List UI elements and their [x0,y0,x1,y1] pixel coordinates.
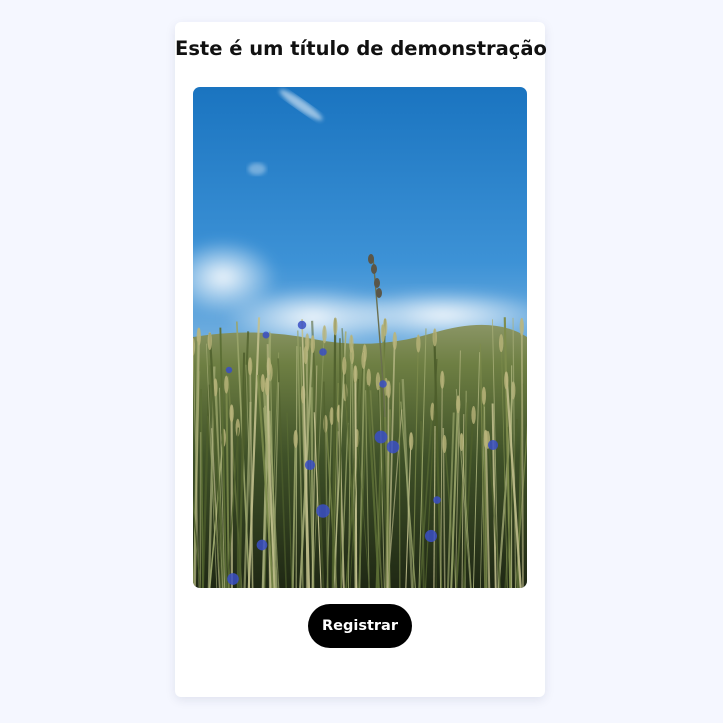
card-title: Este é um título de demonstração [175,37,547,60]
card: Este é um título de demonstração Registr… [175,22,547,697]
field-photo [193,87,527,588]
register-button[interactable]: Registrar [308,604,412,648]
